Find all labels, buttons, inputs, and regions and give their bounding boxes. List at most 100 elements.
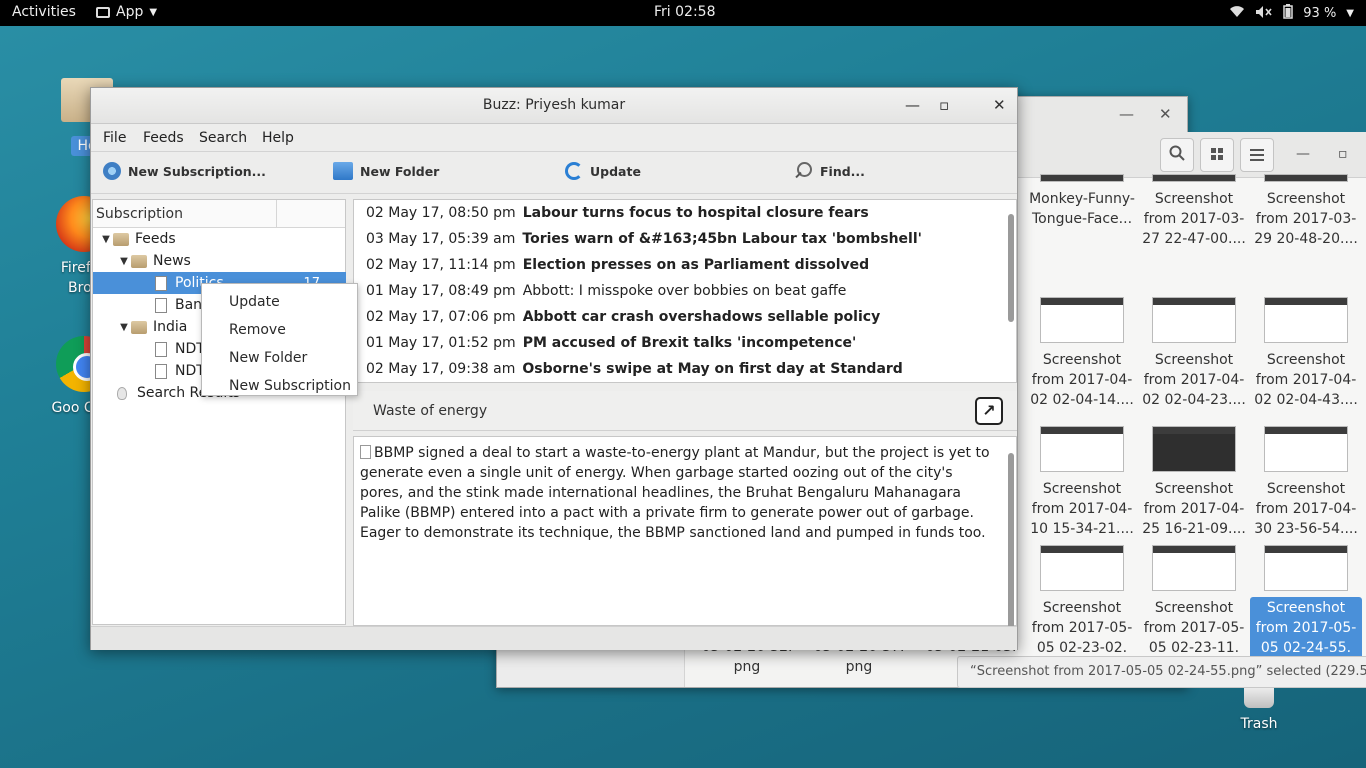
file-thumbnail[interactable]: Monkey-Funny-Tongue-Face...: [1026, 174, 1138, 230]
open-external-button[interactable]: ↗: [975, 397, 1003, 425]
context-menu-update[interactable]: Update: [202, 288, 357, 316]
image-thumbnail: [1152, 174, 1236, 182]
search-icon: [1169, 145, 1185, 165]
window-icon: [96, 6, 110, 18]
activities-button[interactable]: Activities: [12, 4, 76, 20]
file-thumbnail[interactable]: Screenshot from 2017-04-30 23-56-54....: [1250, 426, 1362, 540]
new-folder-button[interactable]: New Folder: [333, 162, 439, 180]
articles-scrollbar[interactable]: [1008, 214, 1014, 322]
file-thumbnail[interactable]: Screenshot from 2017-05-05 02-23-11.: [1138, 545, 1250, 656]
article-date: 02 May 17, 09:38 am: [366, 361, 516, 377]
clock[interactable]: Fri 02:58: [654, 4, 715, 20]
find-button[interactable]: Find...: [795, 162, 865, 180]
broken-image-icon: [360, 445, 371, 459]
preview-header: Waste of energy ↗: [353, 391, 1017, 431]
tree-node-news[interactable]: ▼ News: [117, 250, 345, 272]
article-row[interactable]: 02 May 17, 09:38 am Osborne's swipe at M…: [366, 356, 903, 382]
subscription-tree[interactable]: Subscription ▼ Feeds ▼ News Politics 17 …: [92, 199, 346, 625]
preview-text: BBMP signed a deal to start a waste-to-e…: [360, 445, 990, 541]
close-icon[interactable]: ✕: [1159, 105, 1172, 123]
file-name: Screenshot from 2017-04-30 23-56-54....: [1254, 481, 1358, 537]
toolbar: New Subscription... New Folder Update Fi…: [91, 152, 1017, 194]
menu-bar: File Feeds Search Help: [91, 124, 1017, 152]
minimize-icon[interactable]: —: [1296, 146, 1310, 162]
article-title: Tories warn of &#163;45bn Labour tax 'bo…: [522, 231, 922, 247]
tree-node-label: News: [153, 253, 191, 269]
close-icon[interactable]: ✕: [993, 96, 1006, 114]
context-menu-remove[interactable]: Remove: [202, 316, 357, 344]
article-row[interactable]: 01 May 17, 01:52 pm PM accused of Brexit…: [366, 330, 856, 356]
app-menu[interactable]: App ▼: [96, 4, 157, 20]
update-button[interactable]: Update: [565, 162, 641, 180]
article-row[interactable]: 03 May 17, 05:39 am Tories warn of &#163…: [366, 226, 922, 252]
file-thumbnail[interactable]: Screenshot from 2017-03-29 20-48-20....: [1250, 174, 1362, 250]
minimize-icon[interactable]: —: [1119, 105, 1134, 123]
file-thumbnail-selected[interactable]: Screenshot from 2017-05-05 02-24-55.: [1250, 545, 1362, 656]
file-thumbnail[interactable]: Screenshot from 2017-04-25 16-21-09....: [1138, 426, 1250, 540]
article-row[interactable]: 02 May 17, 07:06 pm Abbott car crash ove…: [366, 304, 880, 330]
article-row[interactable]: 01 May 17, 08:49 pm Abbott: I misspoke o…: [366, 278, 846, 304]
file-thumbnail[interactable]: Screenshot from 2017-04-02 02-04-23....: [1138, 297, 1250, 411]
article-row[interactable]: 02 May 17, 08:50 pm Labour turns focus t…: [366, 200, 869, 226]
desktop-icon-trash[interactable]: Trash: [1226, 686, 1292, 732]
refresh-icon: [565, 162, 583, 180]
maximize-icon[interactable]: ▫: [939, 96, 949, 114]
article-title: Abbott car crash overshadows sellable po…: [522, 309, 881, 325]
system-status[interactable]: 93 % ▼: [1229, 4, 1354, 23]
context-menu-new-subscription[interactable]: New Subscription: [202, 372, 357, 400]
files-status-bar: “Screenshot from 2017-05-05 02-24-55.png…: [957, 656, 1366, 688]
file-name: Screenshot from 2017-05-05 02-24-55.: [1250, 597, 1362, 656]
maximize-icon[interactable]: ▫: [1338, 146, 1348, 162]
menu-help[interactable]: Help: [262, 130, 294, 146]
image-thumbnail: [1040, 297, 1124, 343]
file-thumbnail[interactable]: Screenshot from 2017-04-02 02-04-14....: [1026, 297, 1138, 411]
update-label: Update: [590, 163, 641, 179]
app-menu-label: App: [116, 4, 144, 20]
grid-view-button[interactable]: [1200, 138, 1234, 172]
article-title: Labour turns focus to hospital closure f…: [522, 205, 869, 221]
preview-body[interactable]: BBMP signed a deal to start a waste-to-e…: [353, 436, 1017, 649]
image-thumbnail: [1264, 426, 1348, 472]
new-folder-label: New Folder: [360, 163, 440, 179]
file-name: Screenshot from 2017-04-02 02-04-43....: [1254, 352, 1358, 408]
new-subscription-button[interactable]: New Subscription...: [103, 162, 266, 180]
expander-open-icon[interactable]: ▼: [99, 234, 113, 245]
file-thumbnail[interactable]: Screenshot from 2017-04-02 02-04-43....: [1250, 297, 1362, 411]
trash-icon: [1244, 686, 1274, 708]
tree-header: Subscription: [93, 200, 345, 228]
file-thumbnail[interactable]: Screenshot from 2017-04-10 15-34-21....: [1026, 426, 1138, 540]
preview-scrollbar[interactable]: [1008, 453, 1014, 649]
image-thumbnail: [1264, 297, 1348, 343]
image-thumbnail: [1040, 174, 1124, 182]
tree-header-subscription[interactable]: Subscription: [96, 206, 183, 222]
tree-node-feeds[interactable]: ▼ Feeds: [99, 228, 345, 250]
battery-icon: [1283, 4, 1294, 23]
article-title: Osborne's swipe at May on first day at S…: [522, 361, 903, 377]
article-row[interactable]: 02 May 17, 11:14 pm Election presses on …: [366, 252, 869, 278]
minimize-icon[interactable]: —: [905, 96, 920, 114]
menu-file[interactable]: File: [103, 130, 126, 146]
lightbulb-icon: [117, 386, 127, 400]
status-text: “Screenshot from 2017-05-05 02-24-55.png…: [970, 664, 1366, 679]
folder-icon: [113, 232, 129, 246]
grid-icon: [1210, 146, 1224, 165]
article-title: PM accused of Brexit talks 'incompetence…: [522, 335, 857, 351]
title-bar[interactable]: Buzz: Priyesh kumar — ▫ ✕: [91, 88, 1017, 124]
image-thumbnail: [1264, 545, 1348, 591]
file-name-fragment[interactable]: png: [697, 659, 797, 675]
articles-list[interactable]: 02 May 17, 08:50 pm Labour turns focus t…: [353, 199, 1017, 383]
menu-search[interactable]: Search: [199, 130, 247, 146]
expander-open-icon[interactable]: ▼: [117, 256, 131, 267]
folder-icon: [131, 254, 147, 268]
menu-button[interactable]: [1240, 138, 1274, 172]
expander-open-icon[interactable]: ▼: [117, 322, 131, 333]
menu-feeds[interactable]: Feeds: [143, 130, 184, 146]
file-name-fragment[interactable]: png: [809, 659, 909, 675]
file-name: Monkey-Funny-Tongue-Face...: [1029, 191, 1135, 227]
context-menu-new-folder[interactable]: New Folder: [202, 344, 357, 372]
files-thumbnail-pane[interactable]: — ▫ Monkey-Funny-Tongue-Face... Screensh…: [1018, 132, 1366, 656]
file-thumbnail[interactable]: Screenshot from 2017-03-27 22-47-00....: [1138, 174, 1250, 250]
wifi-icon: [1229, 5, 1245, 22]
file-thumbnail[interactable]: Screenshot from 2017-05-05 02-23-02.: [1026, 545, 1138, 656]
search-button[interactable]: [1160, 138, 1194, 172]
